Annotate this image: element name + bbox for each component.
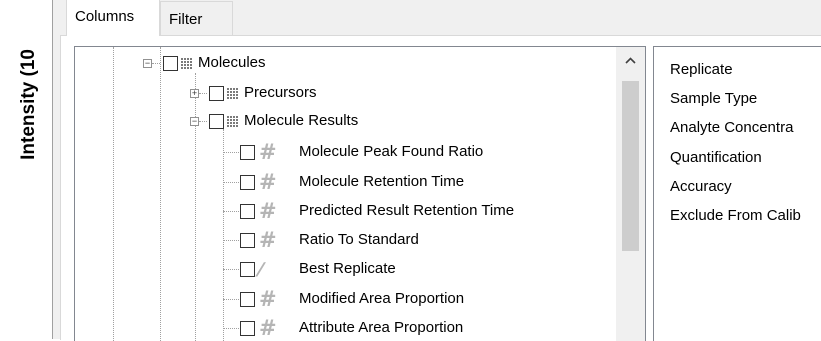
list-item[interactable]: Analyte Concentra bbox=[670, 119, 793, 136]
hash-icon: # bbox=[259, 228, 277, 252]
tree-line bbox=[223, 211, 239, 212]
tree-node-label: Molecule Retention Time bbox=[299, 173, 465, 190]
hash-icon: # bbox=[259, 140, 277, 164]
field-checkbox[interactable] bbox=[240, 292, 255, 307]
hash-icon: # bbox=[259, 287, 277, 311]
collapse-icon[interactable]: − bbox=[143, 59, 152, 68]
columns-tab-page: − Molecules + Precursors − Molecule Resu… bbox=[60, 35, 821, 341]
list-item[interactable]: Exclude From Calib bbox=[670, 207, 801, 224]
list-item[interactable]: Replicate bbox=[670, 61, 733, 78]
chevron-up-icon bbox=[625, 56, 636, 64]
y-axis-label-text: Intensity (10 bbox=[18, 49, 39, 160]
tree-line bbox=[223, 269, 239, 270]
field-checkbox[interactable] bbox=[240, 145, 255, 160]
tree-node-field[interactable]: # Predicted Result Retention Time bbox=[75, 198, 615, 224]
tree-node-label: Modified Area Proportion bbox=[299, 290, 465, 307]
tree-node-precursors[interactable]: + Precursors bbox=[75, 81, 615, 107]
table-icon bbox=[181, 58, 193, 69]
available-fields-tree[interactable]: − Molecules + Precursors − Molecule Resu… bbox=[74, 46, 646, 341]
tree-node-label: Molecule Peak Found Ratio bbox=[299, 143, 484, 160]
y-axis-label: Intensity (10 bbox=[14, 0, 44, 160]
tree-scrollbar[interactable] bbox=[616, 47, 645, 341]
table-icon bbox=[227, 88, 239, 99]
precursors-checkbox[interactable] bbox=[209, 86, 224, 101]
tree-node-field[interactable]: # Attribute Area Proportion bbox=[75, 315, 615, 341]
table-icon bbox=[227, 116, 239, 127]
tree-node-label: Molecules bbox=[198, 54, 266, 71]
tree-node-field[interactable]: # Ratio To Standard bbox=[75, 227, 615, 253]
list-item[interactable]: Accuracy bbox=[670, 178, 732, 195]
tree-line bbox=[223, 240, 239, 241]
tab-filter[interactable]: Filter bbox=[160, 1, 233, 35]
selected-columns-list[interactable]: Replicate Sample Type Analyte Concentra … bbox=[653, 46, 821, 341]
tab-columns-label: Columns bbox=[75, 8, 135, 25]
molecule-results-checkbox[interactable] bbox=[209, 114, 224, 129]
tree-node-field[interactable]: ⁄ Best Replicate bbox=[75, 256, 615, 282]
field-checkbox[interactable] bbox=[240, 175, 255, 190]
scroll-thumb[interactable] bbox=[622, 81, 639, 251]
hash-icon: # bbox=[259, 170, 277, 194]
tree-node-label: Molecule Results bbox=[244, 112, 359, 129]
collapse-icon[interactable]: − bbox=[190, 117, 199, 126]
tree-line bbox=[152, 63, 160, 64]
customize-report-dialog: Filter Columns − Molecules + Precursors … bbox=[53, 0, 821, 341]
background-chart-strip: Intensity (10 bbox=[0, 0, 53, 339]
field-checkbox[interactable] bbox=[240, 262, 255, 277]
tree-node-label: Predicted Result Retention Time bbox=[299, 202, 515, 219]
tree-line bbox=[199, 121, 207, 122]
field-checkbox[interactable] bbox=[240, 321, 255, 336]
tree-node-field[interactable]: # Modified Area Proportion bbox=[75, 286, 615, 312]
tree-node-field[interactable]: # Molecule Retention Time bbox=[75, 169, 615, 195]
tree-line bbox=[199, 93, 207, 94]
hash-icon: # bbox=[259, 199, 277, 223]
tree-node-label: Attribute Area Proportion bbox=[299, 319, 464, 336]
tree-line bbox=[223, 328, 239, 329]
tree-node-label: Precursors bbox=[244, 84, 317, 101]
tree-node-label: Best Replicate bbox=[299, 260, 396, 277]
tree-line bbox=[223, 299, 239, 300]
tree-node-field[interactable]: # Molecule Peak Found Ratio bbox=[75, 139, 615, 165]
tree-node-label: Ratio To Standard bbox=[299, 231, 419, 248]
list-item[interactable]: Quantification bbox=[670, 149, 762, 166]
hash-icon: # bbox=[259, 316, 277, 340]
tree-node-molecule-results[interactable]: − Molecule Results bbox=[75, 109, 615, 135]
molecules-checkbox[interactable] bbox=[163, 56, 178, 71]
tree-line bbox=[223, 152, 239, 153]
tree-line bbox=[223, 182, 239, 183]
expand-icon[interactable]: + bbox=[190, 89, 199, 98]
scroll-up-button[interactable] bbox=[616, 47, 645, 73]
tab-columns[interactable]: Columns bbox=[66, 0, 160, 36]
tree-node-molecules[interactable]: − Molecules bbox=[75, 51, 615, 77]
field-checkbox[interactable] bbox=[240, 204, 255, 219]
tab-filter-label: Filter bbox=[169, 11, 203, 28]
field-checkbox[interactable] bbox=[240, 233, 255, 248]
boolean-icon: ⁄ bbox=[259, 259, 263, 281]
list-item[interactable]: Sample Type bbox=[670, 90, 757, 107]
